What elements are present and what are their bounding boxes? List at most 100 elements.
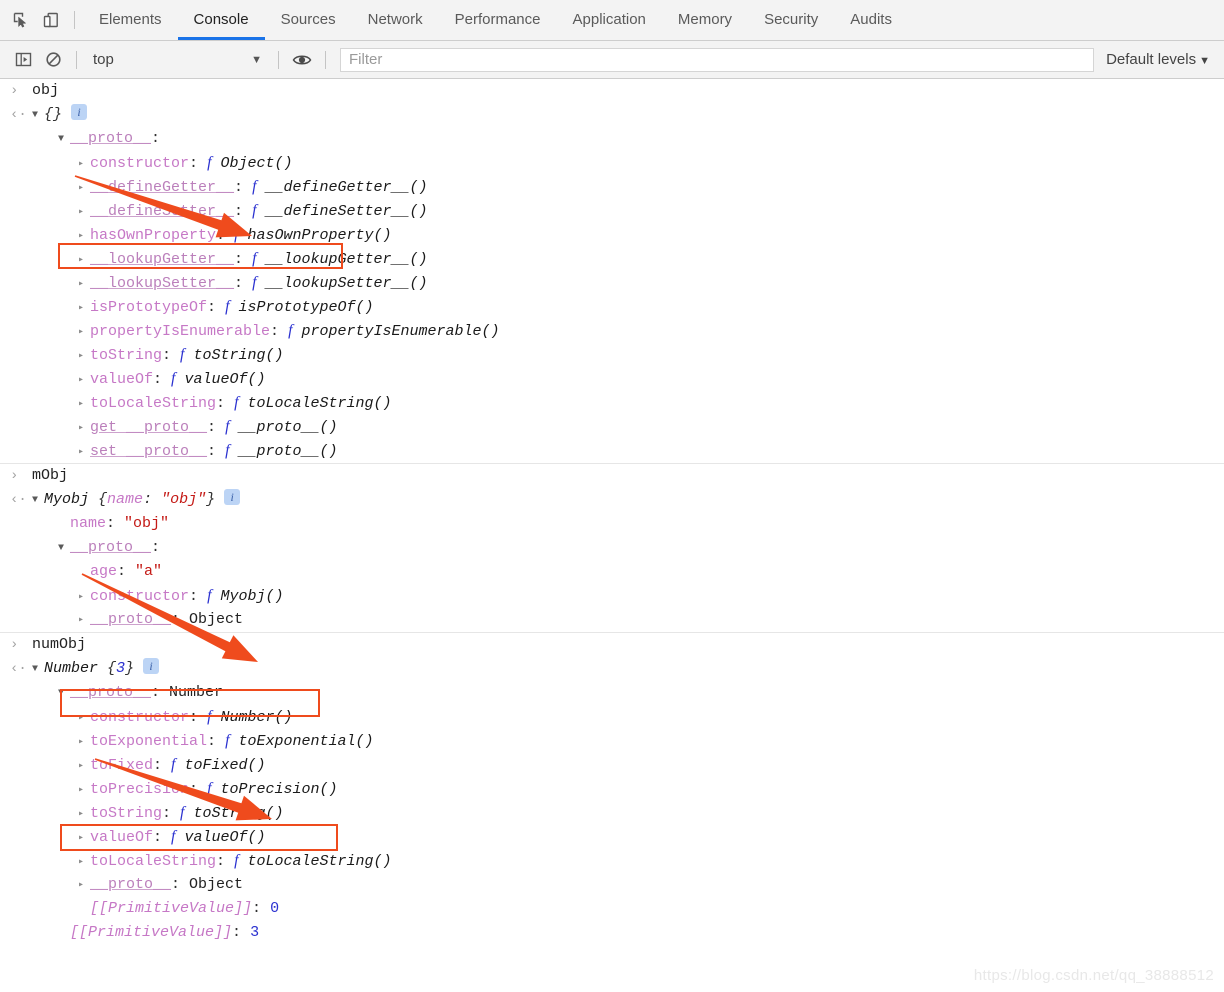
disclosure-triangle-closed[interactable]: ▸ [78, 393, 90, 417]
disclosure-triangle-closed[interactable]: ▸ [78, 851, 90, 875]
disclosure-triangle-closed[interactable]: ▸ [78, 803, 90, 827]
disclosure-triangle-closed[interactable]: ▸ [78, 441, 90, 465]
property-key[interactable]: [[PrimitiveValue]] [90, 900, 252, 917]
filter-input[interactable] [340, 47, 1095, 72]
console-input-line[interactable]: › numObj [0, 633, 1224, 657]
property-row[interactable]: ▸ __proto__: Object [0, 873, 1224, 897]
disclosure-triangle-closed[interactable]: ▸ [78, 755, 90, 779]
property-key[interactable]: constructor [90, 155, 189, 172]
disclosure-triangle-closed[interactable]: ▸ [78, 827, 90, 851]
log-levels-dropdown[interactable]: Default levels ▼ [1100, 51, 1224, 68]
device-toolbar-icon[interactable] [36, 5, 66, 35]
disclosure-triangle-open[interactable]: ▼ [58, 128, 70, 152]
disclosure-triangle-open[interactable]: ▼ [58, 537, 70, 561]
property-row[interactable]: name: "obj" [0, 512, 1224, 536]
live-expression-eye-icon[interactable] [287, 45, 317, 75]
console-sidebar-icon[interactable] [8, 45, 38, 75]
property-row[interactable]: ▸ __defineSetter__: f __defineSetter__() [0, 199, 1224, 223]
property-row[interactable]: ▸ isPrototypeOf: f isPrototypeOf() [0, 295, 1224, 319]
console-output[interactable]: › obj ‹· ▼{} i ▼ __proto__: ▸ constructor: f Ob… [0, 79, 1224, 990]
info-badge-icon[interactable]: i [71, 104, 88, 120]
disclosure-triangle-closed[interactable]: ▸ [78, 273, 90, 297]
disclosure-triangle-closed[interactable]: ▸ [78, 201, 90, 225]
property-row[interactable]: ▸ toString: f toString() [0, 343, 1224, 367]
tab-memory[interactable]: Memory [662, 0, 748, 40]
property-row[interactable]: [[PrimitiveValue]]: 0 [0, 897, 1224, 921]
property-row[interactable]: ▸ valueOf: f valueOf() [0, 367, 1224, 391]
property-key[interactable]: __defineSetter__ [90, 203, 234, 220]
property-row[interactable]: [[PrimitiveValue]]: 3 [0, 921, 1224, 945]
property-key[interactable]: constructor [90, 588, 189, 605]
disclosure-triangle-closed[interactable]: ▸ [78, 177, 90, 201]
property-key[interactable]: __lookupSetter__ [90, 275, 234, 292]
console-result-line[interactable]: ‹· ▼{} i [0, 103, 1224, 127]
disclosure-triangle-closed[interactable]: ▸ [78, 369, 90, 393]
property-row[interactable]: ▸ __lookupGetter__: f __lookupGetter__() [0, 247, 1224, 271]
property-row[interactable]: ▸ set __proto__: f __proto__() [0, 439, 1224, 463]
object-value[interactable]: Object [189, 611, 243, 628]
property-row[interactable]: ▸ constructor: f Number() [0, 705, 1224, 729]
property-row[interactable]: ▼ __proto__: [0, 536, 1224, 560]
property-row[interactable]: ▼ __proto__: [0, 127, 1224, 151]
property-key[interactable]: get __proto__ [90, 419, 207, 436]
property-row[interactable]: ▸ toPrecision: f toPrecision() [0, 777, 1224, 801]
console-input-line[interactable]: › mObj [0, 464, 1224, 488]
disclosure-triangle-closed[interactable]: ▸ [78, 731, 90, 755]
inspect-element-icon[interactable] [6, 5, 36, 35]
property-key[interactable]: toString [90, 347, 162, 364]
disclosure-triangle-closed[interactable]: ▸ [78, 609, 90, 633]
property-row[interactable]: ▸ constructor: f Myobj() [0, 584, 1224, 608]
disclosure-triangle-closed[interactable]: ▸ [78, 249, 90, 273]
property-row[interactable]: ▸ get __proto__: f __proto__() [0, 415, 1224, 439]
property-row[interactable]: ▸ __proto__: Object [0, 608, 1224, 632]
property-key[interactable]: toPrecision [90, 781, 189, 798]
disclosure-triangle-closed[interactable]: ▸ [78, 321, 90, 345]
info-badge-icon[interactable]: i [224, 489, 241, 505]
property-key[interactable]: set __proto__ [90, 443, 207, 460]
property-key[interactable]: valueOf [90, 829, 153, 846]
property-key[interactable]: toLocaleString [90, 853, 216, 870]
disclosure-triangle-closed[interactable]: ▸ [78, 707, 90, 731]
object-value[interactable]: Object [189, 876, 243, 893]
tab-audits[interactable]: Audits [834, 0, 908, 40]
property-row[interactable]: ▸ constructor: f Object() [0, 151, 1224, 175]
property-row[interactable]: ▸ toLocaleString: f toLocaleString() [0, 849, 1224, 873]
property-row[interactable]: ▸ hasOwnProperty: f hasOwnProperty() [0, 223, 1224, 247]
property-row[interactable]: ▸ toLocaleString: f toLocaleString() [0, 391, 1224, 415]
disclosure-triangle-closed[interactable]: ▸ [78, 417, 90, 441]
property-row[interactable]: ▼ __proto__: Number [0, 681, 1224, 705]
tab-sources[interactable]: Sources [265, 0, 352, 40]
property-key[interactable]: hasOwnProperty [90, 227, 216, 244]
disclosure-triangle-closed[interactable]: ▸ [78, 874, 90, 898]
property-row[interactable]: ▸ toExponential: f toExponential() [0, 729, 1224, 753]
execution-context-select[interactable]: top ▼ [85, 47, 270, 73]
property-row[interactable]: ▸ propertyIsEnumerable: f propertyIsEnume… [0, 319, 1224, 343]
property-key[interactable]: toExponential [90, 733, 207, 750]
property-key[interactable]: isPrototypeOf [90, 299, 207, 316]
console-result-line[interactable]: ‹· ▼ Myobj {name: "obj"} i [0, 488, 1224, 512]
disclosure-triangle-open[interactable]: ▼ [32, 104, 44, 128]
disclosure-triangle-closed[interactable]: ▸ [78, 153, 90, 177]
disclosure-triangle-open[interactable]: ▼ [58, 682, 70, 706]
property-key[interactable]: __proto__ [90, 611, 171, 628]
property-row[interactable]: ▸ toString: f toString() [0, 801, 1224, 825]
tab-performance[interactable]: Performance [439, 0, 557, 40]
property-key[interactable]: __proto__ [70, 130, 151, 147]
clear-console-icon[interactable] [38, 45, 68, 75]
tab-console[interactable]: Console [177, 0, 265, 40]
property-key[interactable]: toLocaleString [90, 395, 216, 412]
property-row[interactable]: age: "a" [0, 560, 1224, 584]
property-key[interactable]: toFixed [90, 757, 153, 774]
tab-application[interactable]: Application [557, 0, 662, 40]
property-key[interactable]: __defineGetter__ [90, 179, 234, 196]
property-key[interactable]: [[PrimitiveValue]] [70, 924, 232, 941]
tab-security[interactable]: Security [748, 0, 834, 40]
property-key[interactable]: __proto__ [70, 684, 151, 701]
info-badge-icon[interactable]: i [143, 658, 160, 674]
tab-network[interactable]: Network [352, 0, 439, 40]
property-key[interactable]: __lookupGetter__ [90, 251, 234, 268]
property-row[interactable]: ▸ toFixed: f toFixed() [0, 753, 1224, 777]
object-value[interactable]: Number [169, 684, 223, 701]
property-key[interactable]: __proto__ [90, 876, 171, 893]
disclosure-triangle-closed[interactable]: ▸ [78, 345, 90, 369]
